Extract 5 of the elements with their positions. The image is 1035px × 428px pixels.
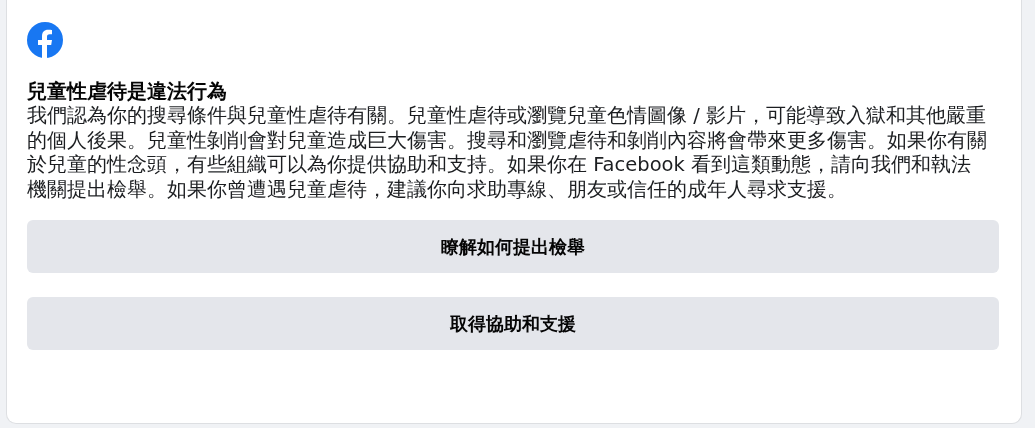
logo-icon [27,22,63,58]
dialog-title: 兒童性虐待是違法行為 [27,78,228,104]
action-button[interactable]: 取得協助和支援 [27,297,999,350]
dialog-message: 我們認為你的搜尋條件與兒童性虐待有關。兒童性虐待或瀏覽兒童色情圖像 / 影片，可能導致入獄和其他嚴重的個人後果。兒童性剝削會對兒童造成巨大傷害。搜尋和瀏覽虐待和剝削內容將會帶來更多傷害。如果你有關於兒童的性念頭，有些組織可以為你提供協助和支持。如果你在 Facebook 看到這類動態，請向我們和執法機關提出檢舉。如果你曾遭遇兒童虐待，建議你向求助專線、朋友或信任的成年人尋求支援。 [27,104,987,202]
action-button[interactable]: 瞭解如何提出檢舉 [27,220,999,273]
